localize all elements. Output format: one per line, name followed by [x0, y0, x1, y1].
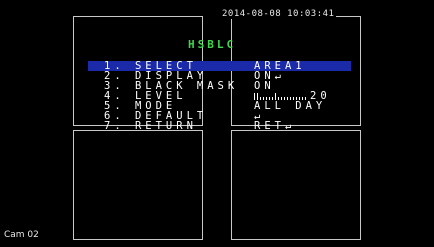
- mode-value: ALL DAY: [254, 100, 327, 112]
- return-value: RET↵: [254, 120, 296, 132]
- camera-screen: 2014-08-08 10:03:41 HSBLC 1. SELECT AREA…: [0, 0, 434, 247]
- level-slider[interactable]: [254, 93, 308, 100]
- level-slider-tick: [257, 93, 258, 100]
- camera-quadrant-bottom-right: [231, 130, 361, 240]
- menu-item-return[interactable]: 7. RETURN RET↵: [104, 120, 354, 132]
- menu-title: HSBLC: [188, 38, 237, 51]
- level-slider-tick: [254, 93, 255, 100]
- black-mask-value: ON: [254, 80, 275, 92]
- camera-label: Cam 02: [4, 230, 39, 240]
- camera-quadrant-bottom-left: [73, 130, 203, 240]
- level-slider-tick: [275, 93, 276, 100]
- menu-item-label: 7. RETURN: [104, 120, 197, 132]
- timestamp-overlay: 2014-08-08 10:03:41: [220, 9, 337, 19]
